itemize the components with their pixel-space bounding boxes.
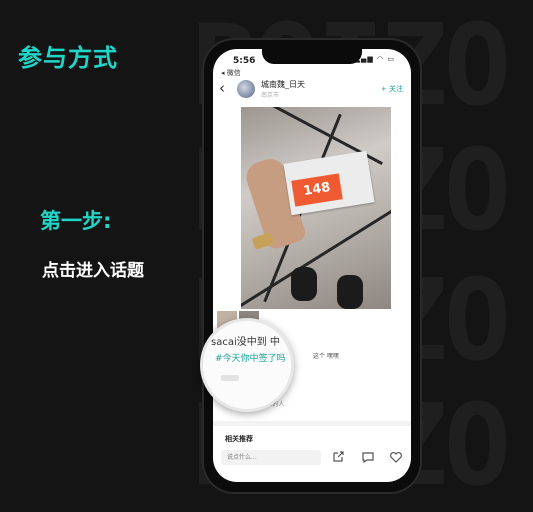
phone-mockup: 5:56 ▂▄▆ ◠ ▭ ◂ 微信 ‹ 城南魏_日天 南京市 + 关注 148 — [204, 40, 420, 492]
status-time: 5:56 — [233, 56, 256, 66]
battery-icon: ▭ — [387, 55, 395, 63]
topic-hashtag-link[interactable]: #今天你中签了吗 — [215, 351, 286, 364]
post-header: ‹ 城南魏_日天 南京市 + 关注 — [213, 77, 411, 103]
shoe-shape — [291, 267, 317, 301]
magnified-caption-text: sacai没中到 中 — [211, 337, 280, 348]
magnified-placeholder-bar — [221, 375, 239, 381]
phone-notch — [262, 49, 362, 64]
location-label: 南京市 — [261, 92, 280, 99]
follow-button[interactable]: + 关注 — [381, 84, 403, 94]
post-body-text: 这个 嘿嘿 — [313, 353, 339, 360]
section-divider — [213, 421, 411, 426]
post-photo[interactable]: 148 — [241, 107, 391, 309]
avatar[interactable] — [237, 80, 255, 98]
phone-screen: 5:56 ▂▄▆ ◠ ▭ ◂ 微信 ‹ 城南魏_日天 南京市 + 关注 148 — [213, 49, 411, 482]
step-title: 第一步: — [40, 209, 112, 233]
shoe-shape — [337, 275, 363, 309]
comment-input[interactable] — [221, 450, 321, 465]
heart-icon[interactable] — [389, 450, 403, 464]
wifi-icon: ◠ — [377, 55, 385, 63]
related-recommendations-title: 相关推荐 — [225, 435, 253, 443]
step-description: 点击进入话题 — [42, 261, 144, 281]
promo-headline: 参与方式 — [18, 44, 118, 72]
share-icon[interactable] — [331, 450, 345, 464]
back-arrow-icon[interactable]: ‹ — [219, 79, 225, 97]
username[interactable]: 城南魏_日天 — [261, 79, 305, 90]
comment-icon[interactable] — [361, 450, 375, 464]
magnifier-callout: sacai没中到 中 #今天你中签了吗 — [200, 318, 294, 412]
bottom-action-bar — [213, 447, 411, 471]
